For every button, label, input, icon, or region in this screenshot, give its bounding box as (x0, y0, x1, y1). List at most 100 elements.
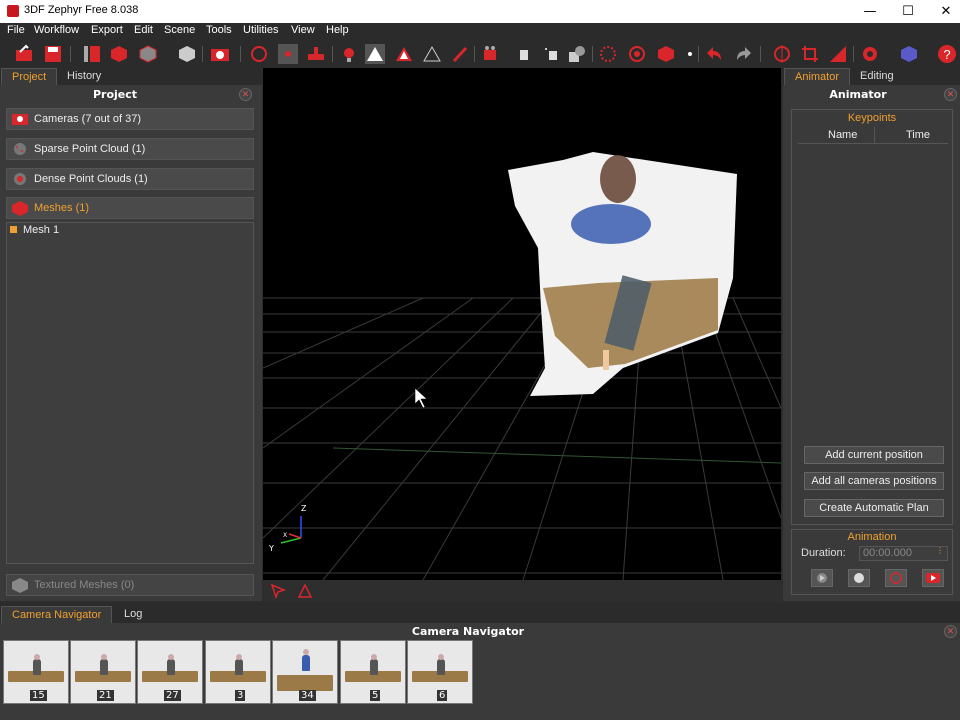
spinner-icon[interactable]: ⋮ (936, 546, 944, 555)
workflow-icon[interactable] (82, 44, 102, 64)
box-icon[interactable] (656, 44, 676, 64)
triangle-red-icon[interactable] (394, 44, 414, 64)
camera-thumbnail[interactable]: 27 (137, 640, 203, 704)
tab-log[interactable]: Log (114, 606, 152, 623)
viewport-scene[interactable]: Z Y X (263, 68, 781, 580)
column-time[interactable]: Time (906, 129, 930, 141)
close-panel-button[interactable]: ✕ (239, 88, 252, 101)
thumbnail-image (235, 659, 243, 675)
stop-button[interactable] (885, 569, 907, 587)
point-icon[interactable] (278, 44, 298, 64)
camera-thumbnail[interactable]: 3 (205, 640, 271, 704)
textured-mesh-icon[interactable] (177, 44, 197, 64)
select-triangle-icon[interactable] (297, 583, 313, 599)
section-meshes[interactable]: Meshes (1) (6, 197, 254, 219)
undo-icon[interactable] (705, 44, 725, 64)
right-tab-row: Animator Editing (783, 68, 960, 85)
textured-mesh-icon (12, 578, 28, 593)
thumbnail-image (34, 654, 40, 660)
shapes-icon[interactable] (567, 44, 587, 64)
camera-thumbnail[interactable]: 34 (272, 640, 338, 704)
triangle-icon[interactable] (365, 44, 385, 64)
section-dense-point-clouds[interactable]: Dense Point Clouds (1) (6, 168, 254, 190)
crop-icon[interactable] (800, 44, 820, 64)
section-sparse-point-cloud[interactable]: Sparse Point Cloud (1) (6, 138, 254, 160)
keypoints-header: Name Time (798, 127, 948, 144)
close-panel-button[interactable]: ✕ (944, 88, 957, 101)
maximize-button[interactable]: ☐ (890, 0, 926, 23)
select-arrow-icon[interactable] (270, 583, 286, 599)
brush-icon[interactable] (450, 44, 470, 64)
camera-icon[interactable] (210, 44, 230, 64)
menu-file[interactable]: File (7, 24, 25, 36)
cursor-icon (414, 387, 428, 409)
tab-camera-navigator[interactable]: Camera Navigator (1, 606, 113, 623)
toolbar-separator (240, 46, 241, 62)
camera-number: 5 (370, 690, 381, 701)
help-icon[interactable]: ? (937, 44, 957, 64)
menu-export[interactable]: Export (91, 24, 123, 36)
hand-icon[interactable] (514, 44, 534, 64)
menu-edit[interactable]: Edit (134, 24, 153, 36)
tab-history[interactable]: History (57, 68, 111, 85)
tab-project[interactable]: Project (1, 68, 58, 85)
menu-scene[interactable]: Scene (164, 24, 195, 36)
tab-editing[interactable]: Editing (850, 68, 904, 85)
3d-viewport[interactable]: Z Y X (263, 68, 781, 580)
camera-thumbnail[interactable]: 21 (70, 640, 136, 704)
axis-label-y: Y (268, 544, 274, 553)
close-button[interactable]: ✕ (928, 0, 960, 23)
gizmo-icon[interactable] (306, 44, 326, 64)
save-icon[interactable] (43, 44, 63, 64)
menu-view[interactable]: View (291, 24, 315, 36)
sphere-icon[interactable] (627, 44, 647, 64)
toolbar: ? (0, 40, 960, 68)
menu-help[interactable]: Help (326, 24, 349, 36)
add-all-cameras-positions-button[interactable]: Add all cameras positions (804, 472, 944, 490)
sphere-grid-icon[interactable] (598, 44, 618, 64)
camera-number: 6 (437, 690, 448, 701)
camera-navigator-panel: Camera Navigator Log Camera Navigator ✕ … (0, 603, 960, 720)
menu-workflow[interactable]: Workflow (34, 24, 79, 36)
close-panel-button[interactable]: ✕ (944, 625, 957, 638)
tab-animator[interactable]: Animator (784, 68, 851, 85)
camera-thumbnail[interactable]: 6 (407, 640, 473, 704)
record-button[interactable] (848, 569, 870, 587)
section-textured-meshes[interactable]: Textured Meshes (0) (6, 574, 254, 596)
keypoints-group: Keypoints Name Time Add current position… (791, 109, 953, 525)
camera-film-icon[interactable] (482, 44, 502, 64)
thumbnail-image (371, 654, 377, 660)
mesh-icon[interactable] (138, 44, 158, 64)
menu-tools[interactable]: Tools (206, 24, 232, 36)
camera-thumbnail[interactable]: 5 (340, 640, 406, 704)
play-button[interactable] (811, 569, 833, 587)
light-icon[interactable] (339, 44, 359, 64)
rotate-icon[interactable] (249, 44, 269, 64)
add-current-position-button[interactable]: Add current position (804, 446, 944, 464)
triangle-outline-icon[interactable] (422, 44, 442, 64)
cube-logo-icon[interactable] (899, 44, 919, 64)
section-cameras[interactable]: Cameras (7 out of 37) (6, 108, 254, 130)
move-icon[interactable] (542, 44, 562, 64)
camera-thumbnail[interactable]: 15 (3, 640, 69, 704)
duration-input[interactable]: 00:00.000 ⋮ (859, 546, 948, 561)
camera-number: 15 (30, 690, 47, 701)
new-project-icon[interactable] (14, 44, 34, 64)
tree-item-mesh-1[interactable]: Mesh 1 (23, 224, 59, 236)
video-button[interactable] (922, 569, 944, 587)
ruler-icon[interactable] (828, 44, 848, 64)
mesh-model[interactable] (508, 152, 737, 396)
orbit-icon[interactable] (772, 44, 792, 64)
minimize-button[interactable]: — (852, 0, 888, 23)
menu-utilities[interactable]: Utilities (243, 24, 278, 36)
create-automatic-plan-button[interactable]: Create Automatic Plan (804, 499, 944, 517)
toolbar-separator (698, 46, 699, 62)
redo-icon[interactable] (733, 44, 753, 64)
thumbnail-image (303, 649, 309, 655)
thumbnail-image (236, 654, 242, 660)
cube-icon[interactable] (109, 44, 129, 64)
column-name[interactable]: Name (828, 129, 857, 141)
duration-value: 00:00.000 (863, 547, 912, 559)
settings-icon[interactable] (860, 44, 880, 64)
dot-icon[interactable] (680, 44, 700, 64)
